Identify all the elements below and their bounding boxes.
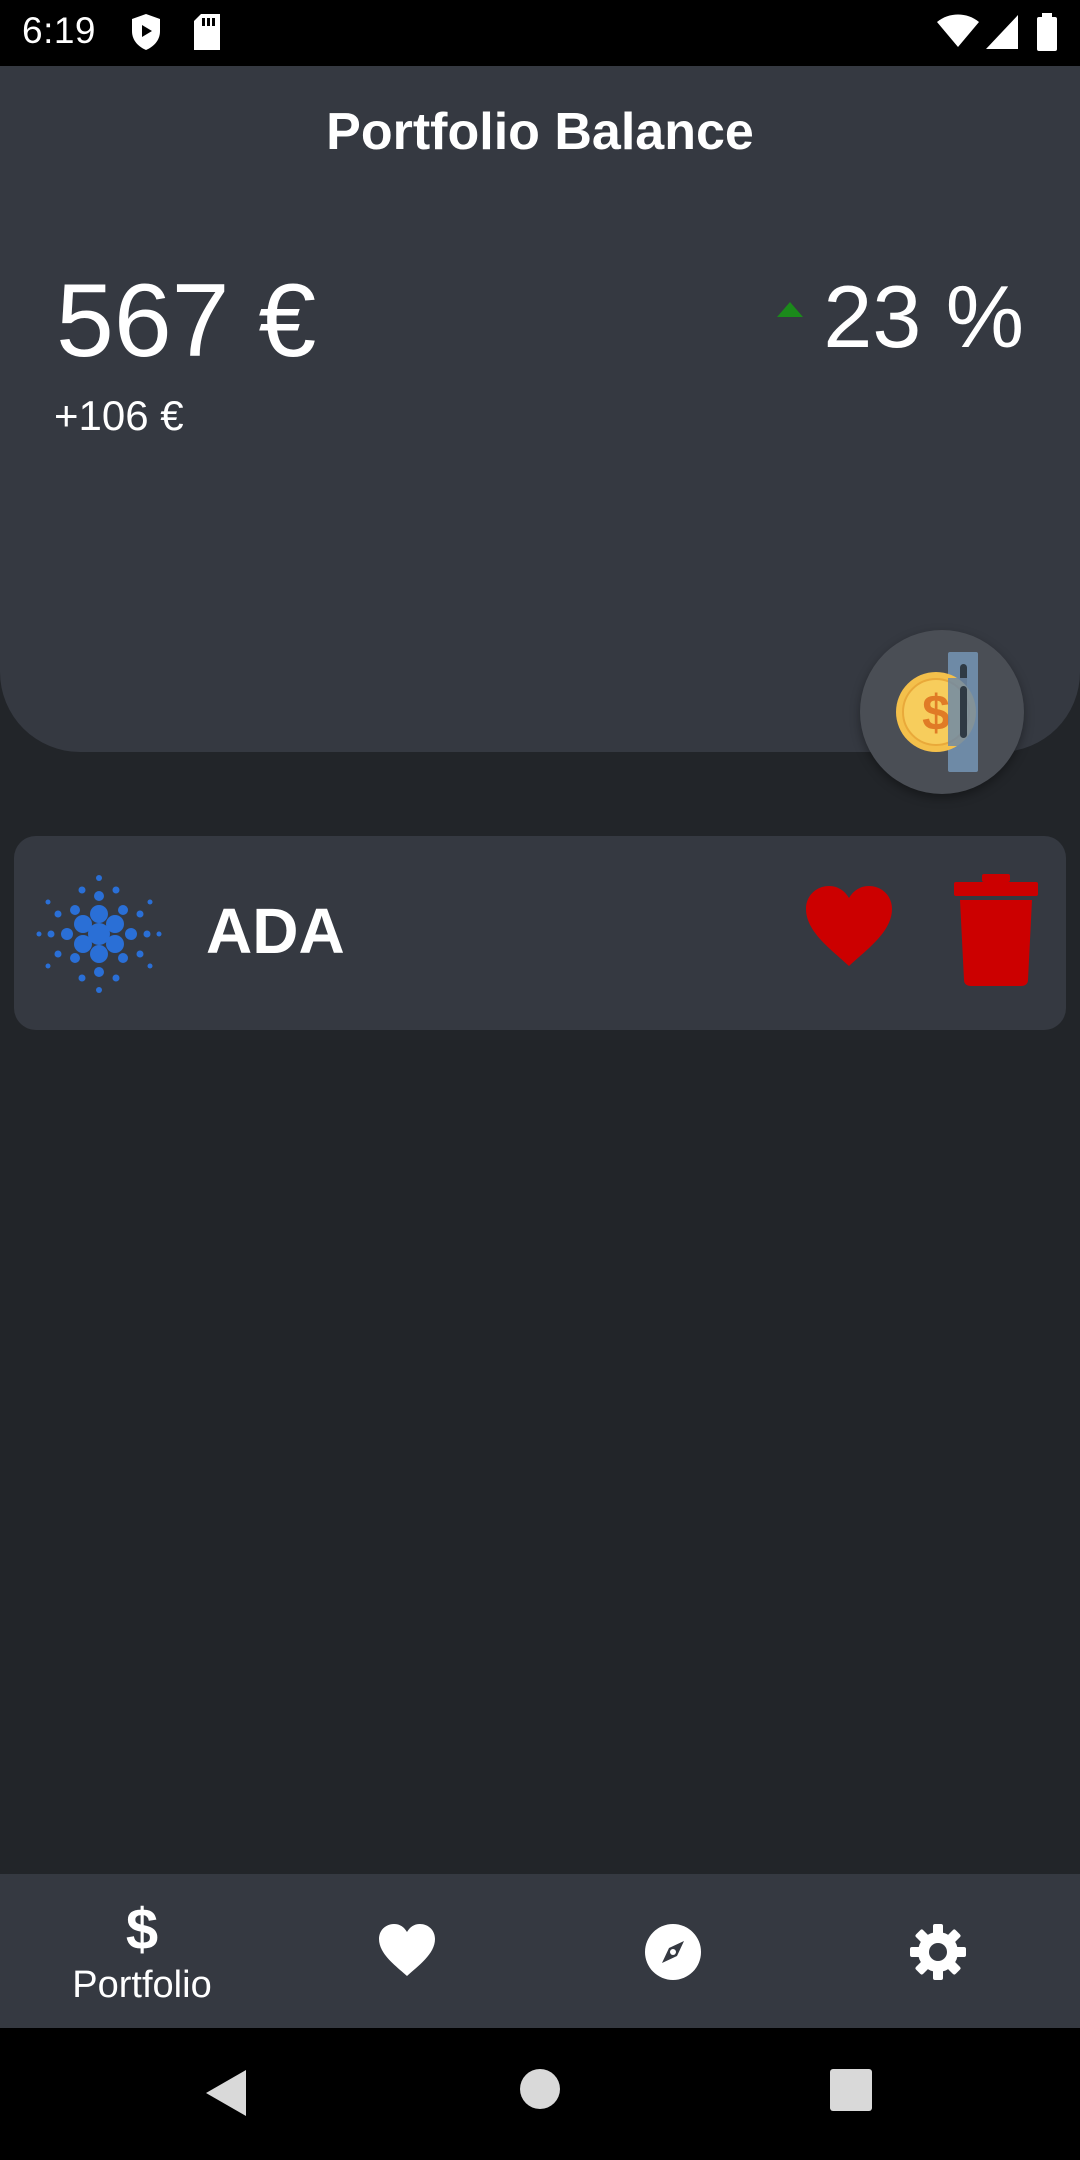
list-item[interactable]: ADA [14,836,1066,1030]
coin-deposit-icon: $ [896,652,978,772]
percent-value: 23 % [823,267,1024,366]
signal-icon [984,13,1020,56]
gear-icon [910,1924,966,1980]
dollar-icon: $ [125,1897,159,1962]
add-funds-button[interactable]: $ [860,630,1024,794]
system-nav-bar [0,2028,1080,2160]
asset-symbol: ADA [206,895,345,967]
nav-label-portfolio: Portfolio [72,1964,212,2006]
trend-up-icon [777,301,804,317]
wifi-icon [936,13,980,54]
delete-button[interactable] [954,874,1038,991]
favorite-button[interactable] [804,884,894,973]
nav-item-settings[interactable] [803,1874,1073,2028]
back-icon[interactable] [204,2068,248,2118]
nav-item-portfolio[interactable]: $ Portfolio [7,1874,277,2028]
bottom-nav: $ Portfolio [0,1874,1080,2028]
heart-icon [806,886,892,966]
svg-text:$: $ [922,685,950,741]
balance-change: +106 € [54,392,184,439]
status-time: 6:19 [22,10,97,51]
percent-change: 23 % [777,266,1024,368]
nav-item-favorites[interactable] [272,1874,542,2028]
screen: 6:19 Portfolio Balance 567 € +106 € 23 %… [0,0,1080,2160]
cardano-logo-icon [34,870,164,1003]
status-bar: 6:19 [0,0,1080,66]
trash-icon [954,874,1038,986]
home-icon[interactable] [519,2068,561,2110]
balance-amount: 567 € [56,263,317,379]
recents-icon[interactable] [829,2068,873,2112]
shield-icon [130,13,162,56]
page-title: Portfolio Balance [326,103,754,161]
nav-item-explore[interactable] [538,1874,808,2028]
heart-icon [379,1924,435,1976]
compass-icon [645,1924,701,1980]
sd-card-icon [192,13,222,56]
battery-icon [1036,13,1058,56]
